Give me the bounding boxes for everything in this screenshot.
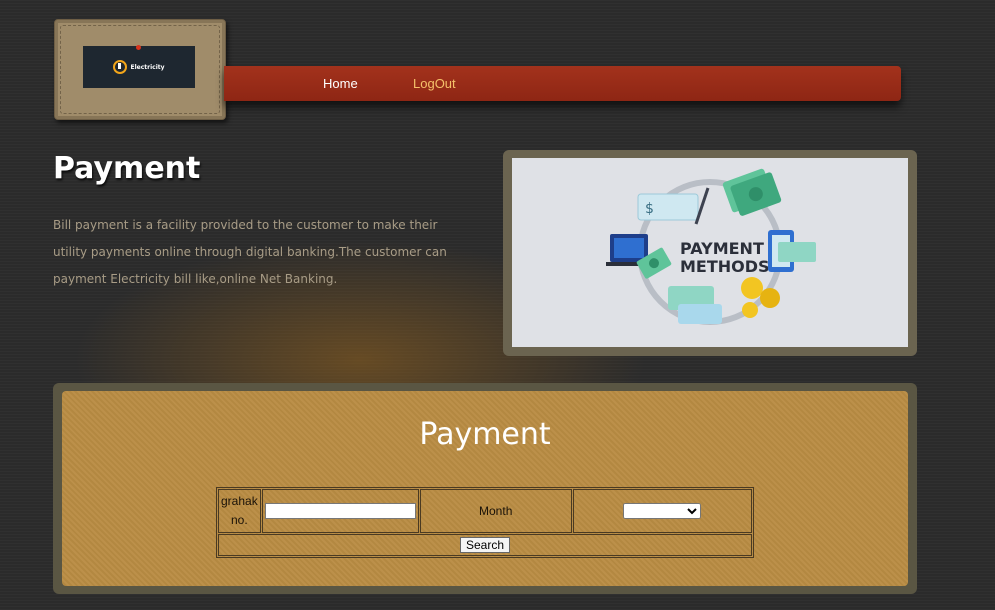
page-description: Bill payment is a facility provided to t… (53, 218, 447, 286)
month-select-cell (572, 489, 752, 533)
grahak-label: grahak no. (221, 494, 258, 527)
payment-form-panel: Payment grahak no. Month Search (62, 391, 908, 586)
logo-text: Electricity (130, 63, 165, 71)
illustration-title-line2: METHODS (680, 257, 770, 276)
card-icon (678, 304, 722, 324)
nav-logout-link[interactable]: LogOut (413, 76, 456, 91)
grahak-input-cell (261, 489, 419, 533)
month-label: Month (479, 504, 513, 518)
electricity-icon (113, 60, 128, 74)
payment-methods-graphic: $ PAYMENT METHODS (606, 168, 816, 325)
main-navbar: Home LogOut (224, 66, 901, 101)
nav-home-link[interactable]: Home (323, 76, 358, 91)
logo-badge: Electricity (83, 46, 195, 88)
dollar-sign: $ (645, 201, 654, 217)
search-button-cell: Search (218, 534, 752, 556)
grahak-label-cell: grahak no. (218, 489, 261, 533)
grahak-number-input[interactable] (264, 503, 416, 519)
month-select[interactable] (623, 503, 702, 519)
search-button[interactable]: Search (459, 537, 511, 553)
month-label-cell: Month (419, 489, 572, 533)
coin-icon (742, 302, 758, 318)
payment-form-frame: Payment grahak no. Month Search (53, 383, 917, 594)
phone-card-icon (778, 242, 816, 262)
payment-methods-illustration: $ PAYMENT METHODS (512, 158, 908, 347)
pin-icon (136, 45, 141, 50)
coin-icon (741, 277, 763, 299)
payment-form-title: Payment (419, 417, 551, 452)
payment-form-row: grahak no. Month (218, 489, 752, 533)
site-logo: Electricity (54, 19, 226, 120)
payment-illustration-frame: $ PAYMENT METHODS (503, 150, 917, 356)
page-title: Payment (53, 151, 201, 186)
cash-icon (722, 168, 782, 216)
illustration-title-line1: PAYMENT (680, 239, 764, 258)
coin-icon (760, 288, 780, 308)
payment-form-actions-row: Search (218, 534, 752, 556)
payment-form-table: grahak no. Month Search (216, 487, 754, 558)
